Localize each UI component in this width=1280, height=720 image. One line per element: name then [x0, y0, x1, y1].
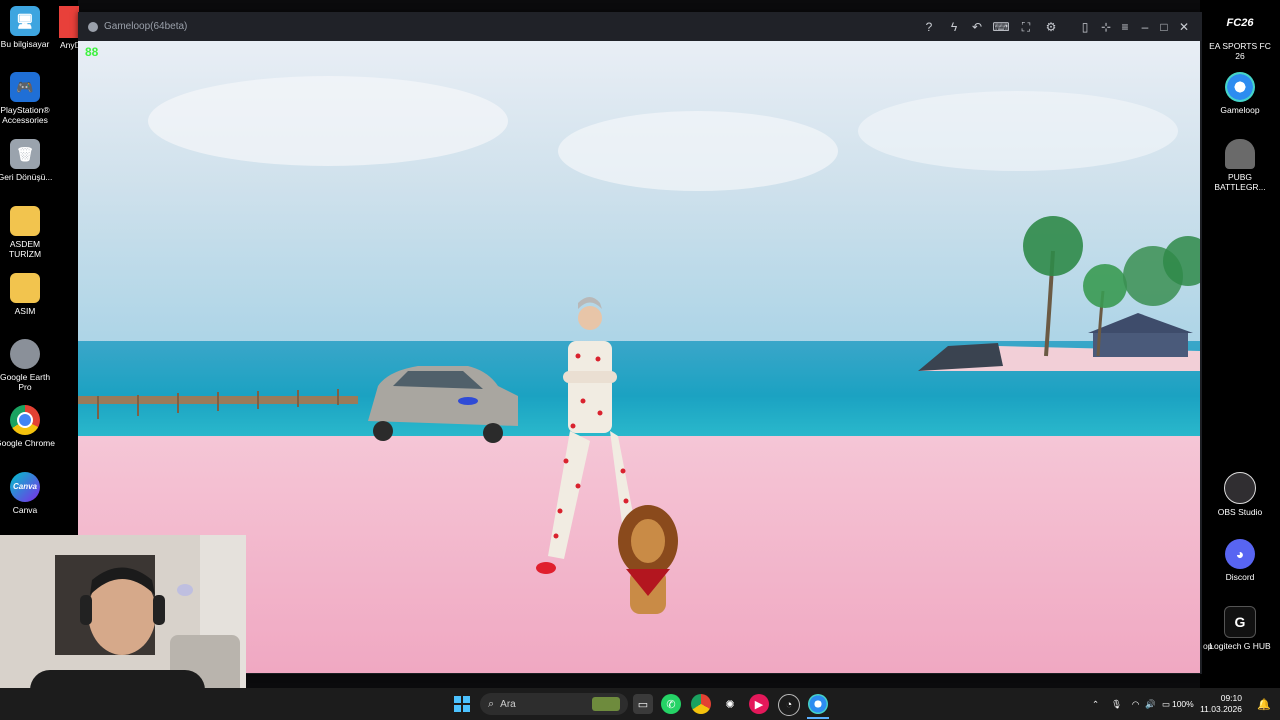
fps-counter: 88 [85, 45, 99, 59]
game-viewport[interactable]: 88 [78, 41, 1200, 673]
desktop-icon-ea-sports-fc26[interactable]: FC26 EA SPORTS FC 26 [1209, 8, 1271, 62]
fc26-icon: FC26 [1226, 17, 1254, 29]
wifi-icon[interactable]: ◠ [1132, 699, 1139, 710]
discord-icon: ◕ [1225, 539, 1255, 569]
desktop-icon-discord[interactable]: ◕ Discord [1209, 539, 1271, 582]
minimize-icon[interactable]: – [1137, 19, 1153, 35]
gameloop-icon [1225, 72, 1255, 102]
windows-start-icon[interactable] [452, 694, 472, 714]
menu-icon[interactable]: ≡ [1117, 19, 1133, 35]
window-title: Gameloop(64beta) [104, 21, 188, 32]
system-tray: ⌃ 🎙 ◠ 🔊 ▭ 100% [1092, 688, 1194, 720]
gamepad-icon: 🎮 [10, 72, 40, 102]
gameloop-logo-icon [88, 21, 98, 32]
desktop-icon-gameloop[interactable]: Gameloop [1209, 72, 1271, 115]
chrome-icon [10, 405, 40, 435]
desktop-icon-recycle-bin[interactable]: 🗑 Geri Dönüşü... [0, 139, 56, 182]
search-placeholder: Ara [500, 698, 516, 710]
desktop-icon-this-pc[interactable]: 🖥 Bu bilgisayar [0, 6, 56, 49]
battery-level: 100% [1171, 699, 1194, 709]
desktop-icon-google-chrome[interactable]: Google Chrome [0, 405, 56, 448]
active-app-indicator [807, 717, 829, 719]
clock[interactable]: 09:10 11.03.2026 [1200, 693, 1242, 715]
volume-icon[interactable]: 🔊 [1145, 699, 1156, 710]
recycle-bin-icon: 🗑 [10, 139, 40, 169]
partial-right-label: op [1203, 641, 1213, 651]
cast-icon[interactable]: ▶ [749, 694, 769, 714]
earth-icon [10, 339, 40, 369]
taskbar-search[interactable]: ⌕ Ara [480, 693, 628, 715]
chatgpt-icon[interactable]: ✺ [720, 694, 740, 714]
help-icon[interactable]: ? [921, 19, 937, 35]
pubg-helmet-icon [1225, 139, 1255, 169]
pin-icon[interactable]: ⊹ [1098, 19, 1114, 35]
desktop-icon-obs-studio[interactable]: OBS Studio [1209, 472, 1271, 517]
gameloop-icon[interactable] [808, 694, 828, 714]
logitech-g-icon: G [1224, 606, 1256, 638]
beach-house [1093, 331, 1188, 357]
task-view-icon[interactable]: ▭ [633, 694, 653, 714]
microphone-icon[interactable]: 🎙 [1111, 699, 1122, 710]
clock-time: 09:10 [1220, 693, 1242, 703]
folder-icon [10, 206, 40, 236]
desktop-icon-asim[interactable]: ASIM [0, 273, 56, 316]
clock-date: 11.03.2026 [1200, 704, 1242, 714]
notification-icon[interactable]: 🔔 [1254, 694, 1274, 714]
recorder-icon[interactable]: ◔ [778, 694, 800, 716]
taskbar: ⌕ Ara ▭ ✆ ✺ ▶ ◔ ⌃ 🎙 ◠ 🔊 ▭ 100% 09:10 11.… [0, 688, 1280, 720]
search-icon: ⌕ [488, 697, 495, 710]
fullscreen-icon[interactable]: ⛶ [1018, 19, 1034, 35]
desktop-right-column: FC26 EA SPORTS FC 26 Gameloop PUBG BATTL… [1200, 0, 1280, 690]
canva-icon: Canva [10, 472, 40, 502]
folder-icon [10, 273, 40, 303]
close-icon[interactable]: ✕ [1176, 19, 1192, 35]
chevron-up-icon[interactable]: ⌃ [1092, 699, 1099, 710]
battery-icon[interactable]: ▭ [1162, 699, 1170, 710]
desktop-icon-pubg[interactable]: PUBG BATTLEGR... [1209, 139, 1271, 192]
desktop-icon-google-earth-pro[interactable]: Google Earth Pro [0, 339, 56, 392]
boost-icon[interactable]: ϟ [946, 19, 962, 35]
chrome-icon[interactable] [691, 694, 711, 714]
desktop-icon-playstation-accessories[interactable]: 🎮 PlayStation® Accessories [0, 72, 56, 125]
keymap-icon[interactable]: ⌨ [992, 19, 1009, 35]
monitor-icon: 🖥 [10, 6, 40, 36]
settings-icon[interactable]: ⚙ [1043, 19, 1059, 35]
whatsapp-icon[interactable]: ✆ [661, 694, 681, 714]
back-icon[interactable]: ↶ [969, 19, 985, 35]
palm-tree [1023, 216, 1083, 276]
maximize-icon[interactable]: □ [1156, 19, 1172, 35]
sidebar-icon[interactable]: ▯ [1077, 19, 1093, 35]
anydesk-icon[interactable] [59, 6, 79, 38]
gameloop-window: Gameloop(64beta) ? ϟ ↶ ⌨ ⛶ ⚙ ▯ ⊹ ≡ – □ ✕ [78, 12, 1202, 674]
search-highlight-icon [592, 697, 620, 711]
desktop-icon-canva[interactable]: Canva Canva [0, 472, 56, 515]
obs-icon [1224, 472, 1256, 504]
window-title-bar[interactable]: Gameloop(64beta) ? ϟ ↶ ⌨ ⛶ ⚙ ▯ ⊹ ≡ – □ ✕ [78, 12, 1202, 41]
game-scene [78, 41, 1200, 673]
desktop-icon-asdem-turizm[interactable]: ASDEM TURİZM [0, 206, 56, 259]
desktop-icon-logitech-g-hub[interactable]: G Logitech G HUB [1209, 606, 1271, 651]
